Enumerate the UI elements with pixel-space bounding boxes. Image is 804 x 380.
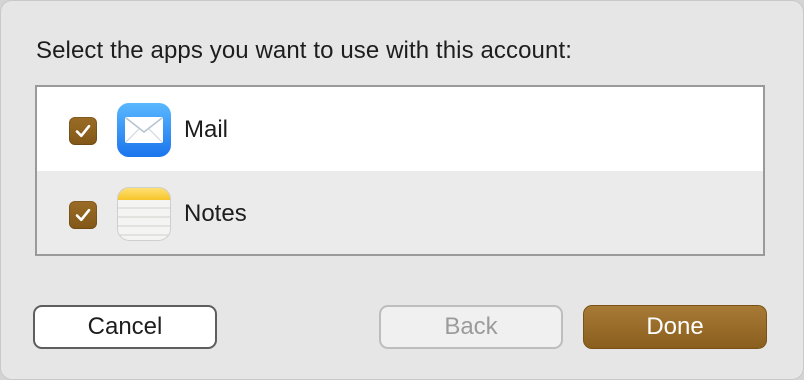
- list-item-mail: Mail: [37, 87, 763, 171]
- done-button[interactable]: Done: [583, 305, 767, 349]
- notes-app-icon: [117, 187, 171, 241]
- mail-app-icon: [117, 103, 171, 157]
- list-item-notes: Notes: [37, 171, 763, 254]
- dialog-prompt: Select the apps you want to use with thi…: [36, 37, 572, 64]
- notes-checkbox[interactable]: [69, 201, 97, 229]
- notes-label: Notes: [184, 200, 247, 227]
- mail-label: Mail: [184, 116, 229, 143]
- checkmark-icon: [75, 208, 91, 222]
- cancel-button[interactable]: Cancel: [33, 305, 217, 349]
- account-apps-dialog: Select the apps you want to use with thi…: [0, 0, 804, 380]
- mail-checkbox[interactable]: [69, 117, 97, 145]
- app-list: Mail Notes: [35, 85, 765, 256]
- checkmark-icon: [75, 124, 91, 138]
- back-button[interactable]: Back: [379, 305, 563, 349]
